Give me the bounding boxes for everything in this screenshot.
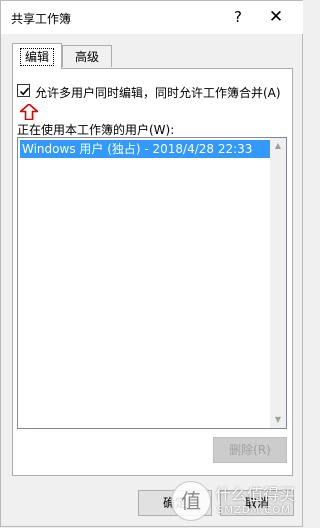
title-bar[interactable]: 共享工作簿 ? ✕ [1,1,303,34]
tab-advanced-label: 高级 [74,50,99,64]
help-button[interactable]: ? [227,6,249,28]
watermark: 值 什么值得买 SMZDM.COM [171,479,301,527]
watermark-logo-icon: 值 [171,481,211,521]
scroll-up-icon[interactable]: ▲ [270,138,286,154]
checkmark-icon [19,87,30,96]
vertical-scrollbar[interactable]: ▲ ▼ [270,138,286,428]
users-list-label: 正在使用本工作簿的用户(W): [17,123,175,137]
users-listbox[interactable]: Windows 用户 (独占) - 2018/4/28 22:33 ▲ ▼ [17,137,287,429]
allow-changes-checkbox[interactable] [17,84,30,97]
share-workbook-dialog: 共享工作簿 ? ✕ 编辑 高级 允许多用户同时编辑，同时允许工作簿合并(A) 正… [0,0,303,527]
list-item[interactable]: Windows 用户 (独占) - 2018/4/28 22:33 [20,140,273,158]
watermark-text: 什么值得买 [215,485,296,504]
tab-editing[interactable]: 编辑 [12,43,62,69]
watermark-domain: SMZDM.COM [217,505,291,516]
red-up-arrow-icon [20,104,38,120]
close-button[interactable]: ✕ [265,6,287,28]
tab-editing-label: 编辑 [19,48,54,66]
allow-changes-label: 允许多用户同时编辑，同时允许工作簿合并(A) [35,86,281,100]
dialog-title: 共享工作簿 [11,12,72,26]
svg-text:值: 值 [181,489,201,513]
scroll-down-icon[interactable]: ▼ [270,412,286,428]
remove-user-button[interactable]: 删除(R) [213,437,287,463]
tab-advanced[interactable]: 高级 [62,45,112,67]
